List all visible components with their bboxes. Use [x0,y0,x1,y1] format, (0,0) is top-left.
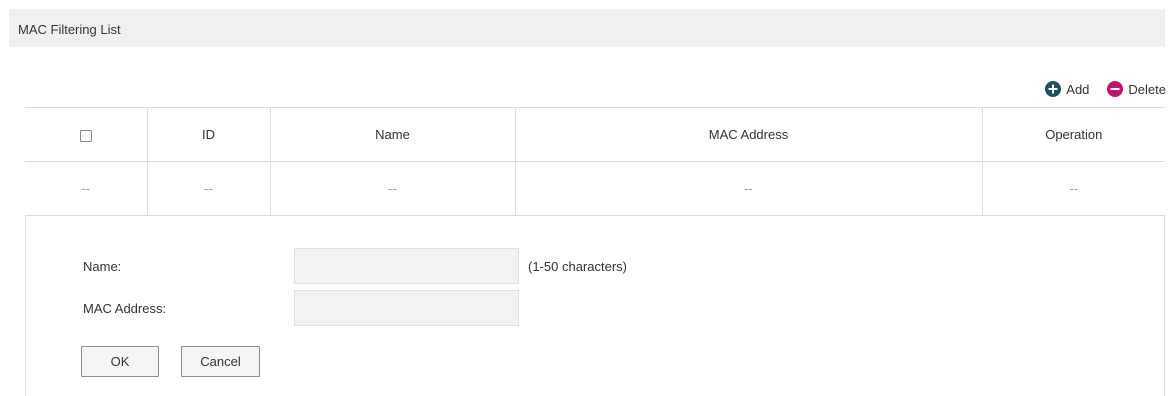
mac-filtering-table: ID Name MAC Address Operation -- -- -- -… [25,107,1165,216]
row-mac-cell: -- [514,161,983,216]
row-id-cell: -- [146,161,271,216]
column-header-id[interactable]: ID [146,107,271,162]
add-entry-form: Name: (1-50 characters) MAC Address: OK … [25,215,1165,396]
name-label: Name: [83,259,122,274]
minus-circle-icon [1107,81,1124,97]
table-row: -- -- -- -- -- [25,161,1165,216]
select-all-cell [25,107,148,162]
delete-button[interactable]: Delete [1107,81,1166,97]
mac-address-field[interactable] [294,290,519,326]
delete-label: Delete [1128,81,1166,97]
name-field[interactable] [294,248,519,284]
cancel-button[interactable]: Cancel [181,346,260,377]
mac-address-label: MAC Address: [83,301,167,316]
row-name-cell: -- [269,161,516,216]
add-label: Add [1066,81,1090,97]
name-hint: (1-50 characters) [528,259,627,274]
plus-circle-icon [1045,81,1062,97]
column-header-operation: Operation [981,107,1165,162]
column-header-name[interactable]: Name [269,107,516,162]
section-title: MAC Filtering List [18,22,121,37]
toolbar: Add Delete [1045,79,1166,99]
table-header-row: ID Name MAC Address Operation [25,107,1165,162]
row-operation-cell: -- [981,161,1165,216]
ok-button[interactable]: OK [81,346,159,377]
column-header-mac-address[interactable]: MAC Address [514,107,983,162]
row-checkbox-cell: -- [25,161,148,216]
add-button[interactable]: Add [1045,81,1089,97]
select-all-checkbox[interactable] [79,129,92,142]
section-header: MAC Filtering List [9,9,1165,47]
